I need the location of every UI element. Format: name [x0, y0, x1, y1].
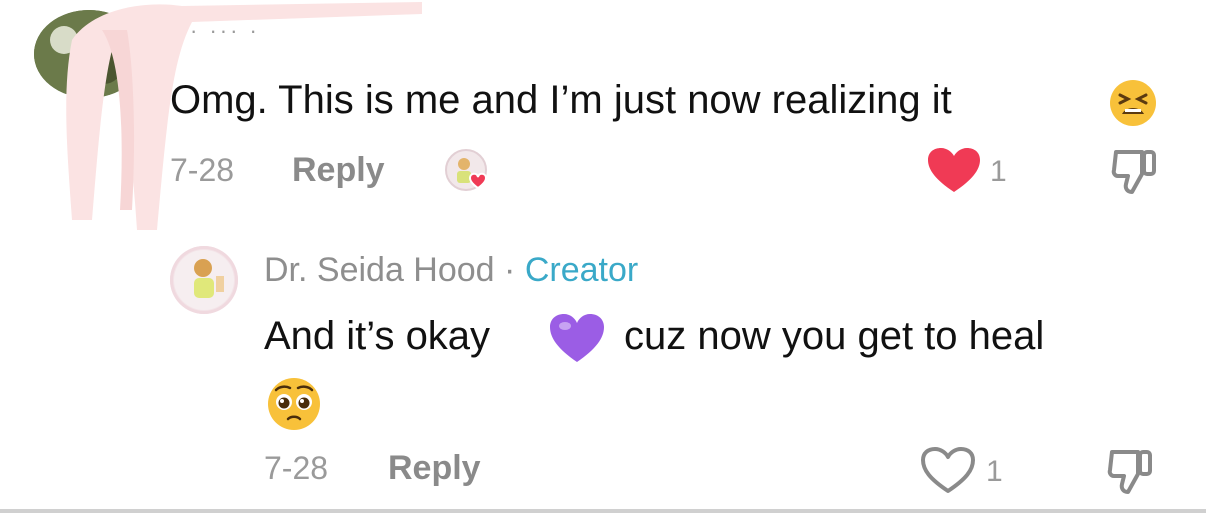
reply-to-reply-button[interactable]: Reply — [388, 448, 481, 488]
comment-thread: · ··· · Omg. This is me and I’m just now… — [0, 0, 1206, 513]
comment-date: 7-28 — [170, 152, 235, 188]
reply-like-count: 1 — [986, 455, 1003, 488]
tired-face-emoji — [1110, 80, 1156, 126]
like-heart-outline-icon[interactable] — [920, 446, 976, 494]
comment-username[interactable]: · ··· · — [190, 18, 260, 44]
creator-badge: Creator — [524, 251, 639, 289]
reply-date: 7-28 — [264, 450, 329, 486]
reply-author-line: Dr. Seida Hood · Creator — [264, 250, 638, 290]
divider — [0, 509, 1206, 513]
liked-by-creator-icon — [445, 149, 488, 191]
dislike-icon[interactable] — [1110, 146, 1160, 196]
purple-heart-emoji — [550, 314, 604, 362]
pleading-face-emoji — [268, 378, 320, 430]
creator-avatar[interactable] — [170, 246, 238, 314]
reply-text-part2: cuz now you get to heal — [624, 314, 1045, 358]
avatar-image — [34, 10, 144, 98]
author-separator: · — [504, 251, 516, 289]
reply-dislike-icon[interactable] — [1106, 446, 1156, 496]
reply-button[interactable]: Reply — [292, 150, 385, 190]
creator-avatar-image — [174, 250, 234, 310]
like-count: 1 — [990, 155, 1007, 188]
reply-author-name[interactable]: Dr. Seida Hood — [264, 251, 495, 289]
reply-text-part1: And it’s okay — [264, 314, 491, 358]
comment-text: Omg. This is me and I’m just now realizi… — [170, 78, 952, 122]
avatar[interactable] — [34, 10, 144, 98]
like-heart-icon[interactable] — [926, 146, 982, 194]
